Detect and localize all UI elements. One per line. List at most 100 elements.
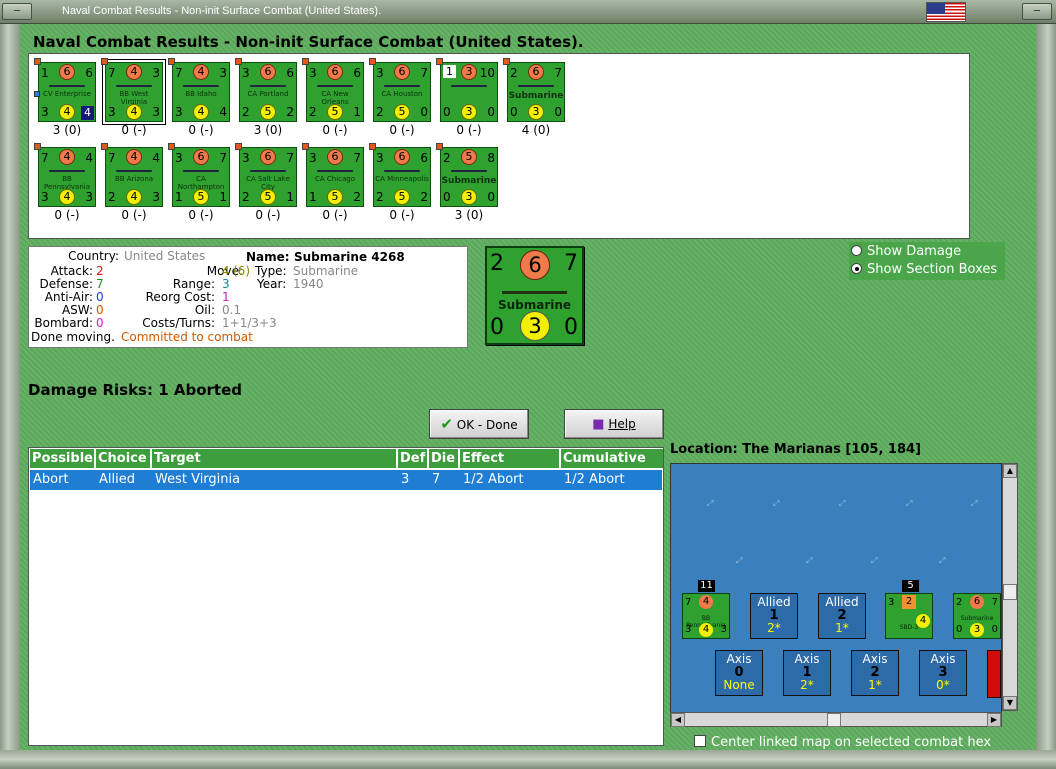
status-combat-text: Committed to combat [121, 330, 253, 344]
col-choice[interactable]: Choice [96, 449, 152, 468]
mc-tl: 7 [685, 597, 692, 608]
unit-counter[interactable]: 3 6 7 CA Houston 2 5 0 [369, 58, 431, 122]
show-damage-radio[interactable]: Show Damage [851, 244, 961, 259]
counter-bl: 2 [376, 105, 384, 119]
allied-box-1[interactable]: Allied 1 2* [750, 593, 798, 639]
unit-counter[interactable]: 3 6 6 CA New Orleans 2 5 1 [302, 58, 364, 122]
axis-box-1[interactable]: Axis 1 2* [783, 650, 831, 696]
ship-silhouette-icon [451, 170, 487, 172]
unit-counter[interactable]: 7 4 3 BB West Virginia 3 4 3 [101, 58, 163, 122]
map-horizontal-scrollbar[interactable]: ◀ ▶ [670, 712, 1002, 727]
unit-counter[interactable]: 7 4 3 BB Idaho 3 4 4 [168, 58, 230, 122]
counter-name: CA Houston [381, 90, 423, 98]
unit-counter[interactable]: 7 4 4 BB Arizona 2 4 3 [101, 143, 163, 207]
counter-tl: 7 [175, 66, 183, 80]
help-button[interactable]: ■ Help [564, 409, 664, 439]
counter-tl: 7 [108, 151, 116, 165]
unit-panel[interactable]: 1 6 6 CV Enterprise 3 4 4 3 (0) 7 4 3 BB West Virgi… [28, 53, 970, 239]
unit-counter[interactable]: 3 6 7 CA Chicago 1 5 2 [302, 143, 364, 207]
unit-counter-label: 0 (-) [255, 208, 281, 222]
col-possible[interactable]: Possible [30, 449, 96, 468]
mc-tl: 2 [956, 597, 963, 608]
scroll-left-icon[interactable]: ◀ [671, 713, 685, 727]
counter-bl: 2 [309, 105, 317, 119]
col-effect[interactable]: Effect [460, 449, 561, 468]
counter-br: 0 [420, 105, 428, 119]
counter-bl: 3 [41, 190, 49, 204]
unit-counter-label: 0 (-) [188, 123, 214, 137]
defense-value: 7 [96, 277, 104, 291]
checkbox-icon[interactable] [694, 735, 706, 747]
unit-counter[interactable]: 2 6 7 Submarine 0 3 0 [503, 58, 565, 122]
move-value: 4 [222, 264, 230, 278]
scroll-up-icon[interactable]: ▲ [1003, 464, 1017, 478]
scroll-down-icon[interactable]: ▼ [1003, 696, 1017, 710]
counter-br: 0 [487, 190, 495, 204]
col-cumulative[interactable]: Cumulative [561, 449, 663, 468]
map-counter-sbd3[interactable]: 3 2 SBD-3 4 [885, 593, 933, 639]
name-value: Submarine 4268 [294, 250, 405, 264]
unit-counter[interactable]: 3 6 6 CA Minneapolis 2 5 2 [369, 143, 431, 207]
nation-marker-icon [302, 58, 309, 65]
combat-map[interactable]: ⤢ ⤢ ⤢ ⤢ ⤢ ⤢ ⤢ ⤢ ⤢ 11 7 4 BB Pennsylvania… [670, 463, 1002, 713]
counter-defense: 4 [126, 104, 142, 120]
counter-defense: 3 [520, 311, 550, 341]
map-vertical-scrollbar[interactable]: ▲ ▼ [1002, 463, 1018, 711]
allied-box-2[interactable]: Allied 2 1* [818, 593, 866, 639]
axis-box-0[interactable]: Axis 0 None [715, 650, 763, 696]
mc-tl: 3 [888, 597, 895, 608]
map-counter-submarine[interactable]: 2 6 7 Submarine 0 3 0 [953, 593, 1001, 639]
counter-br: 1 [353, 105, 361, 119]
counter-tr: 7 [353, 151, 361, 165]
scroll-thumb[interactable] [827, 713, 841, 727]
cell-choice: Allied [99, 472, 135, 487]
center-map-label: Center linked map on selected combat hex [711, 735, 992, 750]
counter-tr: 3 [219, 66, 227, 80]
counter-br: 4 [219, 105, 227, 119]
wave-icon: ⤢ [773, 499, 780, 508]
show-sections-radio[interactable]: Show Section Boxes [851, 262, 997, 277]
counter-tl: 3 [242, 66, 250, 80]
attack-value: 2 [96, 264, 104, 278]
unit-counter[interactable]: 1 3 10 0 3 0 [436, 58, 498, 122]
close-button[interactable]: ─ [1022, 3, 1052, 20]
ok-done-label: OK - Done [456, 418, 518, 432]
ship-silhouette-icon [384, 85, 420, 87]
scroll-right-icon[interactable]: ▶ [987, 713, 1001, 727]
unit-counter[interactable]: 3 6 7 CA Salt Lake City 2 5 1 [235, 143, 297, 207]
counter-tr: 7 [564, 251, 578, 276]
col-target[interactable]: Target [152, 449, 398, 468]
radio-icon[interactable] [851, 245, 862, 256]
counter-br: 0 [554, 105, 562, 119]
axis-box-3[interactable]: Axis 3 0* [919, 650, 967, 696]
counter-tl: 3 [242, 151, 250, 165]
center-map-checkbox[interactable]: Center linked map on selected combat hex [694, 735, 991, 750]
unit-counter[interactable]: 3 6 6 CA Portland 2 5 2 [235, 58, 297, 122]
wave-icon: ⤢ [971, 499, 978, 508]
unit-counter[interactable]: 3 6 7 CA Northampton 1 5 1 [168, 143, 230, 207]
col-def[interactable]: Def [398, 449, 429, 468]
unit-counter[interactable]: 2 5 8 Submarine 0 3 0 [436, 143, 498, 207]
counter-bl: 0 [443, 190, 451, 204]
map-counter-pennsylvania[interactable]: 7 4 BB Pennsylvania 3 4 3 [682, 593, 730, 639]
counter-defense: 5 [260, 189, 276, 205]
counter-br: 0 [564, 315, 578, 340]
unit-counter-label: 3 (0) [454, 208, 484, 222]
ok-done-button[interactable]: ✔ OK - Done [429, 409, 529, 439]
counter-attack: 6 [528, 64, 544, 80]
counter-tl: 2 [510, 66, 518, 80]
counter-name: Submarine [497, 298, 572, 312]
axis-box-2[interactable]: Axis 2 1* [851, 650, 899, 696]
radio-selected-icon[interactable] [851, 263, 862, 274]
system-menu-button[interactable]: ─ [2, 3, 32, 20]
wave-icon: ⤢ [871, 556, 878, 565]
unit-counter-label: 0 (-) [322, 123, 348, 137]
unit-counter[interactable]: 7 4 4 BB Pennsylvania 3 4 3 [34, 143, 96, 207]
unit-counter[interactable]: 1 6 6 CV Enterprise 3 4 4 [34, 58, 96, 122]
scroll-thumb[interactable] [1003, 584, 1017, 600]
col-die[interactable]: Die [429, 449, 460, 468]
counter-bl: 3 [175, 105, 183, 119]
frame-left [0, 24, 20, 769]
cell-def: 3 [401, 472, 410, 487]
axis-counter-edge[interactable] [987, 650, 1001, 698]
